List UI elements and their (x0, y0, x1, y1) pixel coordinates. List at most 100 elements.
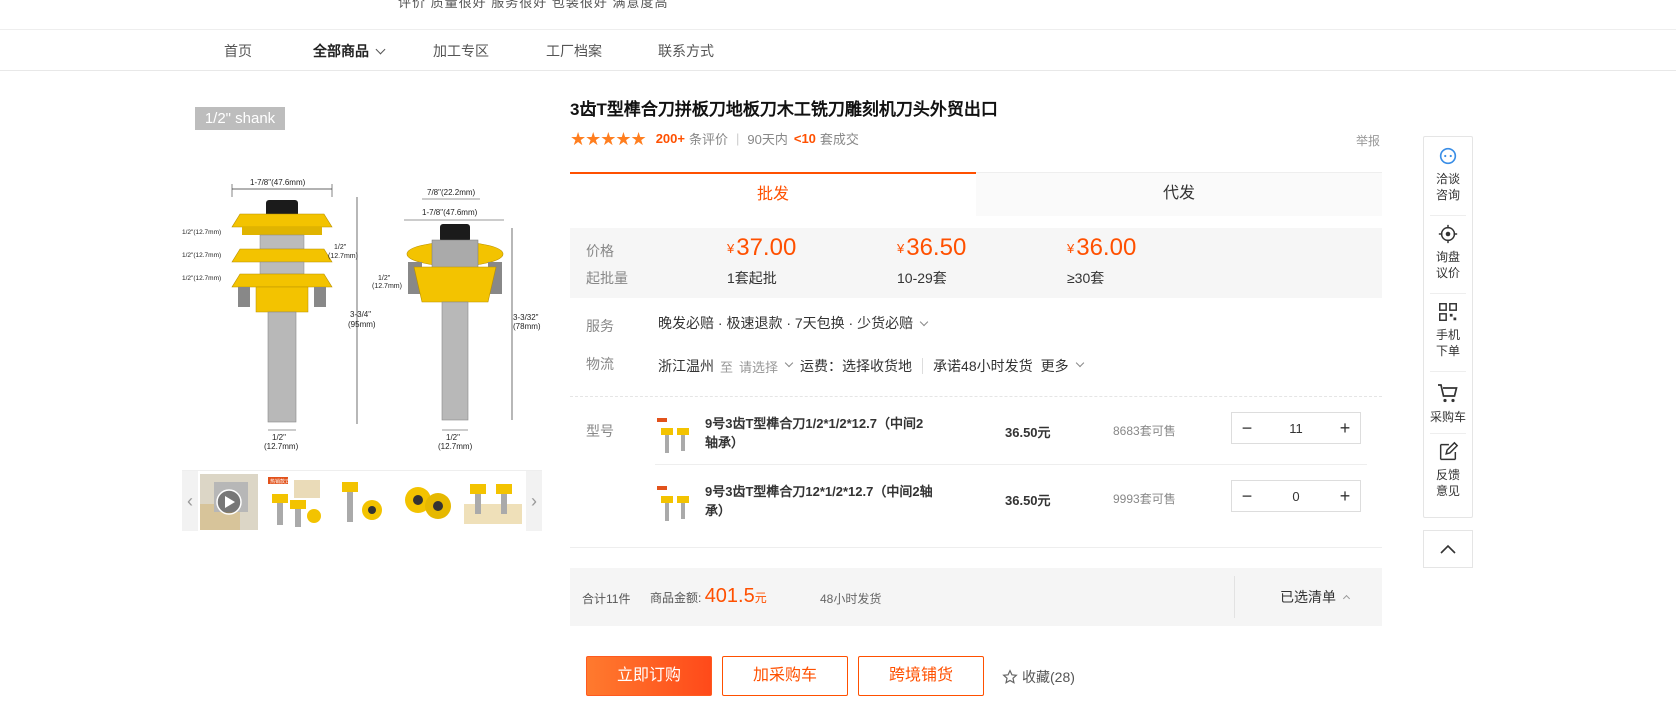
increase-button[interactable]: + (1330, 481, 1360, 511)
dim-r-width: 1-7/8"(47.6mm) (422, 208, 478, 217)
rail-feedback-l1: 反馈 (1435, 468, 1460, 482)
dim-r-shank-in: 1/2" (446, 433, 460, 442)
logistics-row: 浙江温州 至 请选择 运费：选择收货地 承诺48小时发货 更多 (658, 356, 1091, 376)
quantity-stepper: − 11 + (1231, 412, 1361, 444)
dim-cutter-a: 1/2"(12.7mm) (182, 229, 221, 236)
amount-label: 商品金额: (650, 591, 702, 605)
sku-name: 9号3齿T型榫合刀12*1/2*12.7（中间2轴承） (705, 484, 933, 518)
increase-button[interactable]: + (1330, 413, 1360, 443)
nav-factory[interactable]: 工厂档案 (546, 41, 602, 61)
rail-consult-l2: 咨询 (1435, 188, 1460, 202)
ship-promise: 承诺48小时发货 (933, 358, 1033, 374)
thumb-video[interactable] (200, 474, 258, 530)
sku-thumbnail (657, 418, 689, 453)
ship-origin: 浙江温州 (658, 358, 714, 374)
bearing-2 (259, 261, 305, 275)
divider: | (736, 131, 740, 146)
thumb-2-image: 热销款式 (268, 477, 321, 527)
product-main-image[interactable]: 1-7/8"(47.6mm) 1/2"(12.7mm) 1/2"(12.7mm)… (182, 102, 542, 462)
sold-suffix: 套成交 (819, 132, 859, 147)
shop-nav: 首页 全部商品 加工专区 工厂档案 联系方式 (0, 31, 1676, 71)
cutter-hub (255, 286, 309, 313)
sku-price: 36.50元 (1005, 493, 1051, 508)
price-tier-3: ¥36.00 ≥30套 (1067, 234, 1136, 288)
rail-mobile-order[interactable]: 手机 下单 (1424, 301, 1472, 359)
thumb-4-image (405, 487, 451, 519)
rail-inquiry[interactable]: 询盘 议价 (1424, 223, 1472, 281)
review-count[interactable]: 200+ (656, 131, 685, 146)
dim-cutter-c: 1/2"(12.7mm) (182, 275, 221, 282)
dim-right-small-mm: (12.7mm) (328, 253, 358, 260)
price-tier-1: ¥37.00 1套起批 (727, 234, 796, 288)
cross-border-button[interactable]: 跨境铺货 (858, 656, 984, 696)
thumb-3[interactable] (332, 474, 390, 530)
qr-code-icon (1439, 303, 1457, 321)
divider (1430, 371, 1466, 372)
selected-list-toggle[interactable]: 已选清单 (1280, 587, 1351, 607)
dim-cutter-b: 1/2"(12.7mm) (182, 252, 221, 259)
rating-row: ★★★★★ 200+ 条评价 | 90天内 <10 套成交 (570, 129, 859, 148)
dim-top-width: 1-7/8"(47.6mm) (250, 178, 306, 187)
thumb-next-arrow-icon[interactable]: › (526, 471, 542, 531)
back-to-top-button[interactable] (1423, 530, 1473, 568)
favorite-button[interactable]: 收藏(28) (1002, 667, 1075, 687)
sold-prefix: 90天内 (747, 132, 788, 147)
chevron-down-icon[interactable] (784, 358, 794, 368)
dim-r-cut: 1/2" (378, 275, 391, 282)
thumb-tag: 热销款式 (270, 478, 290, 485)
chevron-down-icon (919, 317, 929, 327)
decrease-button[interactable]: − (1232, 413, 1262, 443)
quantity-input[interactable]: 0 (1262, 489, 1330, 504)
service-guarantees-text: 晚发必赔 · 极速退款 · 7天包换 · 少货必赔 (658, 315, 914, 331)
nav-processing[interactable]: 加工专区 (433, 41, 489, 61)
thumb-4[interactable] (398, 474, 456, 530)
divider (655, 464, 1367, 465)
right-toolbar: 洽谈 咨询 询盘 议价 手机 下单 采购车 反馈 意见 (1423, 136, 1473, 518)
bearing-1 (259, 234, 305, 250)
nav-home[interactable]: 首页 (224, 41, 252, 61)
amount-value: 401.5 (704, 585, 755, 607)
rail-inquiry-l2: 议价 (1435, 266, 1460, 280)
nav-all-products-label: 全部商品 (313, 43, 369, 59)
service-guarantees[interactable]: 晚发必赔 · 极速退款 · 7天包换 · 少货必赔 (658, 313, 935, 333)
cutter-r-body (413, 266, 497, 303)
price-tier-2-qty: 10-29套 (897, 270, 947, 286)
sku-name: 9号3齿T型榫合刀1/2*1/2*12.7（中间2轴承） (705, 416, 924, 450)
buy-now-button[interactable]: 立即订购 (586, 656, 712, 696)
price-box: 价格 起批量 ¥37.00 1套起批 ¥36.50 10-29套 ¥36.00 … (570, 228, 1382, 298)
more-link[interactable]: 更多 (1041, 356, 1069, 376)
total-count: 合计11件 (582, 592, 631, 606)
logistics-label: 物流 (586, 356, 614, 372)
report-link[interactable]: 举报 (1356, 132, 1380, 149)
sku-stock: 8683套可售 (1113, 424, 1176, 438)
tab-dropship[interactable]: 代发 (976, 172, 1382, 216)
decrease-button[interactable]: − (1232, 481, 1262, 511)
star-outline-icon (1002, 669, 1018, 684)
rail-consult[interactable]: 洽谈 咨询 (1424, 145, 1472, 203)
dim-height-mm: (95mm) (348, 320, 376, 329)
sku-row: 9号3齿T型榫合刀12*1/2*12.7（中间2轴承） 36.50元 9993套… (655, 478, 1367, 544)
thumb-5[interactable] (464, 474, 522, 530)
destination-select[interactable]: 请选择 (739, 357, 778, 376)
shank-tag: 1/2" shank (195, 107, 285, 130)
price-tier-3-qty: ≥30套 (1067, 270, 1105, 286)
tab-wholesale[interactable]: 批发 (570, 172, 976, 216)
rail-feedback[interactable]: 反馈 意见 (1424, 441, 1472, 499)
nav-all-products[interactable]: 全部商品 (313, 41, 386, 61)
nav-contact[interactable]: 联系方式 (658, 41, 714, 61)
divider (570, 547, 1382, 548)
total-amount: 商品金额: 401.5元 (650, 585, 767, 608)
price-label: 价格 (586, 243, 614, 259)
target-icon (1438, 224, 1458, 244)
cutter-plate-1 (231, 213, 333, 228)
thumb-2[interactable]: 热销款式 (266, 474, 324, 530)
thumb-3-image (342, 482, 382, 522)
chevron-down-icon[interactable] (1075, 358, 1084, 368)
add-to-cart-button[interactable]: 加采购车 (722, 656, 848, 696)
dim-r-top: 7/8"(22.2mm) (427, 188, 476, 197)
quantity-input[interactable]: 11 (1262, 421, 1330, 436)
thumb-prev-arrow-icon[interactable]: ‹ (182, 471, 198, 531)
sku-stock: 9993套可售 (1113, 492, 1176, 506)
rail-cart[interactable]: 采购车 (1424, 381, 1472, 425)
top-strip: 评价 质量很好 服务很好 包装很好 满意度高 (0, 0, 1676, 30)
